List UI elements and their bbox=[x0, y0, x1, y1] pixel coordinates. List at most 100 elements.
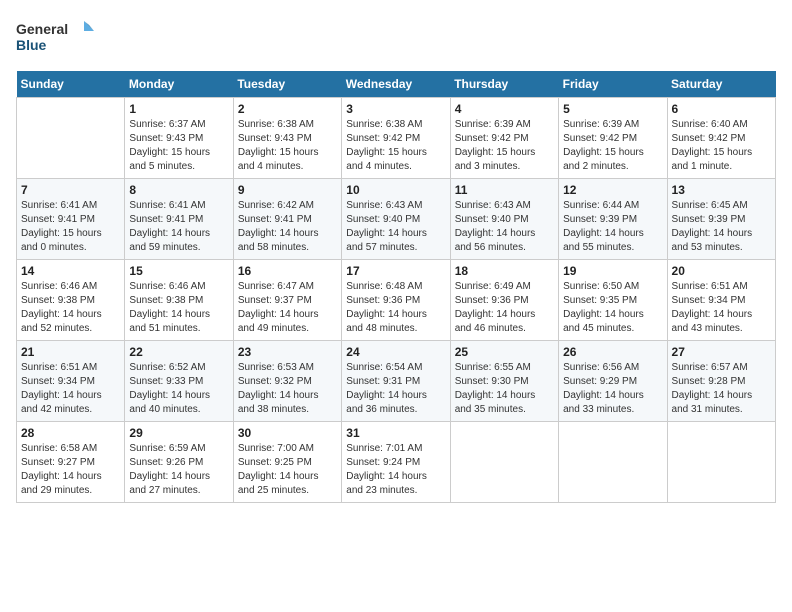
calendar-table: SundayMondayTuesdayWednesdayThursdayFrid… bbox=[16, 71, 776, 503]
calendar-cell: 27 Sunrise: 6:57 AMSunset: 9:28 PMDayligh… bbox=[667, 341, 775, 422]
calendar-cell: 20 Sunrise: 6:51 AMSunset: 9:34 PMDayligh… bbox=[667, 260, 775, 341]
day-info: Sunrise: 6:51 AMSunset: 9:34 PMDaylight:… bbox=[21, 361, 120, 417]
calendar-cell: 28 Sunrise: 6:58 AMSunset: 9:27 PMDayligh… bbox=[17, 422, 125, 503]
calendar-cell bbox=[450, 422, 558, 503]
day-info: Sunrise: 6:39 AMSunset: 9:42 PMDaylight:… bbox=[455, 118, 554, 174]
day-info: Sunrise: 7:01 AMSunset: 9:24 PMDaylight:… bbox=[346, 442, 445, 498]
calendar-cell: 15 Sunrise: 6:46 AMSunset: 9:38 PMDayligh… bbox=[125, 260, 233, 341]
calendar-cell: 4 Sunrise: 6:39 AMSunset: 9:42 PMDaylight… bbox=[450, 98, 558, 179]
day-number: 7 bbox=[21, 183, 120, 197]
svg-text:Blue: Blue bbox=[16, 37, 47, 53]
day-header-saturday: Saturday bbox=[667, 71, 775, 98]
day-number: 17 bbox=[346, 264, 445, 278]
calendar-cell: 5 Sunrise: 6:39 AMSunset: 9:42 PMDaylight… bbox=[559, 98, 667, 179]
day-info: Sunrise: 6:52 AMSunset: 9:33 PMDaylight:… bbox=[129, 361, 228, 417]
day-number: 8 bbox=[129, 183, 228, 197]
day-number: 15 bbox=[129, 264, 228, 278]
day-info: Sunrise: 6:44 AMSunset: 9:39 PMDaylight:… bbox=[563, 199, 662, 255]
day-info: Sunrise: 6:55 AMSunset: 9:30 PMDaylight:… bbox=[455, 361, 554, 417]
calendar-cell: 6 Sunrise: 6:40 AMSunset: 9:42 PMDaylight… bbox=[667, 98, 775, 179]
day-number: 6 bbox=[672, 102, 771, 116]
logo-svg: General Blue bbox=[16, 16, 96, 61]
calendar-cell: 12 Sunrise: 6:44 AMSunset: 9:39 PMDayligh… bbox=[559, 179, 667, 260]
day-number: 27 bbox=[672, 345, 771, 359]
calendar-cell: 14Sunrise: 6:46 AMSunset: 9:38 PMDayligh… bbox=[17, 260, 125, 341]
calendar-cell: 23Sunrise: 6:53 AMSunset: 9:32 PMDayligh… bbox=[233, 341, 341, 422]
week-row-1: 1Sunrise: 6:37 AMSunset: 9:43 PMDaylight… bbox=[17, 98, 776, 179]
day-info: Sunrise: 6:38 AMSunset: 9:42 PMDaylight:… bbox=[346, 118, 445, 174]
calendar-cell: 25 Sunrise: 6:55 AMSunset: 9:30 PMDayligh… bbox=[450, 341, 558, 422]
day-header-monday: Monday bbox=[125, 71, 233, 98]
day-number: 21 bbox=[21, 345, 120, 359]
day-number: 1 bbox=[129, 102, 228, 116]
week-row-3: 14 Sunrise: 6:46 AMSunset: 9:38 PMDayligh… bbox=[17, 260, 776, 341]
day-number: 26 bbox=[563, 345, 662, 359]
calendar-cell: 26 Sunrise: 6:56 AMSunset: 9:29 PMDayligh… bbox=[559, 341, 667, 422]
day-number: 20 bbox=[672, 264, 771, 278]
calendar-cell: 30Sunrise: 7:00 AMSunset: 9:25 PMDayligh… bbox=[233, 422, 341, 503]
day-number: 25 bbox=[455, 345, 554, 359]
day-header-wednesday: Wednesday bbox=[342, 71, 450, 98]
day-number: 9 bbox=[238, 183, 337, 197]
day-number: 24 bbox=[346, 345, 445, 359]
calendar-cell: 11Sunrise: 6:43 AMSunset: 9:40 PMDayligh… bbox=[450, 179, 558, 260]
day-number: 2 bbox=[238, 102, 337, 116]
day-number: 10 bbox=[346, 183, 445, 197]
day-info: Sunrise: 6:41 AMSunset: 9:41 PMDaylight:… bbox=[129, 199, 228, 255]
day-number: 3 bbox=[346, 102, 445, 116]
calendar-cell: 19 Sunrise: 6:50 AMSunset: 9:35 PMDayligh… bbox=[559, 260, 667, 341]
week-row-5: 28 Sunrise: 6:58 AMSunset: 9:27 PMDayligh… bbox=[17, 422, 776, 503]
day-header-thursday: Thursday bbox=[450, 71, 558, 98]
day-number: 29 bbox=[129, 426, 228, 440]
day-number: 19 bbox=[563, 264, 662, 278]
day-number: 14 bbox=[21, 264, 120, 278]
day-info: Sunrise: 6:39 AMSunset: 9:42 PMDaylight:… bbox=[563, 118, 662, 174]
calendar-cell bbox=[17, 98, 125, 179]
calendar-cell: 9 Sunrise: 6:42 AMSunset: 9:41 PMDaylight… bbox=[233, 179, 341, 260]
calendar-cell: 24 Sunrise: 6:54 AMSunset: 9:31 PMDayligh… bbox=[342, 341, 450, 422]
day-info: Sunrise: 6:40 AMSunset: 9:42 PMDaylight:… bbox=[672, 118, 771, 174]
day-number: 16 bbox=[238, 264, 337, 278]
day-info: Sunrise: 6:46 AMSunset: 9:38 PMDaylight:… bbox=[129, 280, 228, 336]
day-header-friday: Friday bbox=[559, 71, 667, 98]
day-info: Sunrise: 6:45 AMSunset: 9:39 PMDaylight:… bbox=[672, 199, 771, 255]
day-number: 11 bbox=[455, 183, 554, 197]
day-info: Sunrise: 6:54 AMSunset: 9:31 PMDaylight:… bbox=[346, 361, 445, 417]
day-info: Sunrise: 6:59 AMSunset: 9:26 PMDaylight:… bbox=[129, 442, 228, 498]
calendar-cell: 18 Sunrise: 6:49 AMSunset: 9:36 PMDayligh… bbox=[450, 260, 558, 341]
day-number: 12 bbox=[563, 183, 662, 197]
day-info: Sunrise: 6:56 AMSunset: 9:29 PMDaylight:… bbox=[563, 361, 662, 417]
calendar-cell: 16Sunrise: 6:47 AMSunset: 9:37 PMDayligh… bbox=[233, 260, 341, 341]
day-header-tuesday: Tuesday bbox=[233, 71, 341, 98]
day-number: 5 bbox=[563, 102, 662, 116]
day-info: Sunrise: 6:49 AMSunset: 9:36 PMDaylight:… bbox=[455, 280, 554, 336]
day-info: Sunrise: 6:53 AMSunset: 9:32 PMDaylight:… bbox=[238, 361, 337, 417]
day-info: Sunrise: 6:38 AMSunset: 9:43 PMDaylight:… bbox=[238, 118, 337, 174]
day-info: Sunrise: 6:42 AMSunset: 9:41 PMDaylight:… bbox=[238, 199, 337, 255]
calendar-cell: 10Sunrise: 6:43 AMSunset: 9:40 PMDayligh… bbox=[342, 179, 450, 260]
day-number: 18 bbox=[455, 264, 554, 278]
day-number: 31 bbox=[346, 426, 445, 440]
day-number: 4 bbox=[455, 102, 554, 116]
calendar-cell: 8 Sunrise: 6:41 AMSunset: 9:41 PMDaylight… bbox=[125, 179, 233, 260]
logo: General Blue bbox=[16, 16, 96, 61]
calendar-cell: 21 Sunrise: 6:51 AMSunset: 9:34 PMDayligh… bbox=[17, 341, 125, 422]
week-row-4: 21 Sunrise: 6:51 AMSunset: 9:34 PMDayligh… bbox=[17, 341, 776, 422]
calendar-cell: 22 Sunrise: 6:52 AMSunset: 9:33 PMDayligh… bbox=[125, 341, 233, 422]
header: General Blue bbox=[16, 16, 776, 61]
day-info: Sunrise: 6:57 AMSunset: 9:28 PMDaylight:… bbox=[672, 361, 771, 417]
day-header-sunday: Sunday bbox=[17, 71, 125, 98]
day-number: 28 bbox=[21, 426, 120, 440]
day-number: 30 bbox=[238, 426, 337, 440]
day-info: Sunrise: 6:50 AMSunset: 9:35 PMDaylight:… bbox=[563, 280, 662, 336]
day-info: Sunrise: 6:41 AMSunset: 9:41 PMDaylight:… bbox=[21, 199, 120, 255]
calendar-cell: 2 Sunrise: 6:38 AMSunset: 9:43 PMDaylight… bbox=[233, 98, 341, 179]
week-row-2: 7 Sunrise: 6:41 AMSunset: 9:41 PMDaylight… bbox=[17, 179, 776, 260]
calendar-cell bbox=[559, 422, 667, 503]
calendar-cell: 31 Sunrise: 7:01 AMSunset: 9:24 PMDayligh… bbox=[342, 422, 450, 503]
day-number: 22 bbox=[129, 345, 228, 359]
calendar-cell: 3 Sunrise: 6:38 AMSunset: 9:42 PMDaylight… bbox=[342, 98, 450, 179]
calendar-cell bbox=[667, 422, 775, 503]
day-info: Sunrise: 6:51 AMSunset: 9:34 PMDaylight:… bbox=[672, 280, 771, 336]
day-info: Sunrise: 6:58 AMSunset: 9:27 PMDaylight:… bbox=[21, 442, 120, 498]
